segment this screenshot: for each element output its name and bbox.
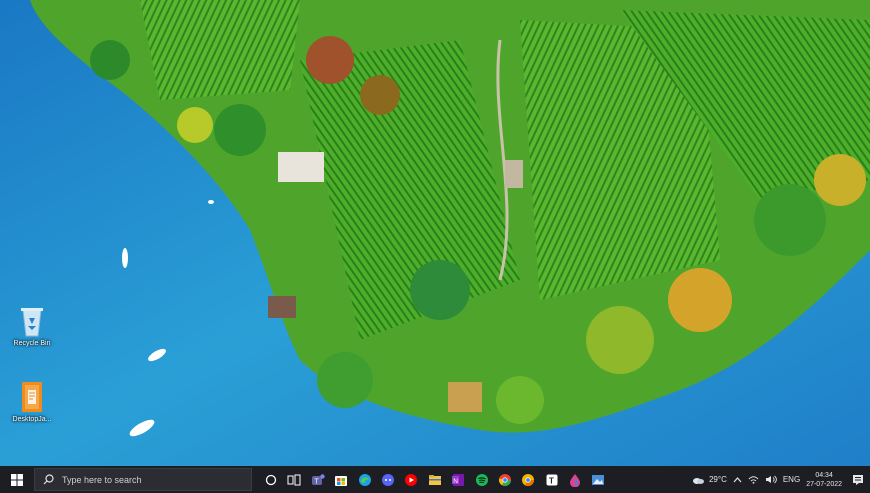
- notification-center-button[interactable]: [852, 474, 864, 486]
- weather-widget[interactable]: 29°C: [691, 475, 727, 485]
- file-explorer-icon: [428, 474, 441, 485]
- taskbar-apps: T N T: [260, 466, 611, 493]
- system-tray: 29°C ENG 04:34 27-07-2022: [691, 466, 870, 493]
- volume-button[interactable]: [765, 475, 777, 484]
- taskbar-app-chrome[interactable]: [494, 466, 516, 493]
- youtube-music-icon: [405, 473, 418, 486]
- language-label: ENG: [782, 475, 801, 484]
- desktop-icon-label: DesktopJa...: [12, 416, 52, 423]
- taskbar-search-box[interactable]: [34, 468, 252, 491]
- spotify-icon: [475, 473, 488, 486]
- taskbar-app-droplet[interactable]: [564, 466, 586, 493]
- taskbar-app-chrome-canary[interactable]: [517, 466, 539, 493]
- taskbar-app-cortana[interactable]: [260, 466, 282, 493]
- taskbar-clock[interactable]: 04:34 27-07-2022: [806, 471, 842, 489]
- taskbar: T N T: [0, 466, 870, 493]
- taskbar-app-teams[interactable]: T: [307, 466, 329, 493]
- search-icon: [43, 474, 54, 485]
- taskbar-app-store[interactable]: [330, 466, 352, 493]
- desktop-wallpaper: [0, 0, 870, 466]
- show-hidden-icons-button[interactable]: [733, 476, 742, 483]
- svg-text:N: N: [453, 477, 458, 484]
- search-input[interactable]: [60, 473, 234, 486]
- windows-start-icon: [11, 473, 23, 486]
- cloud-icon: [692, 477, 704, 484]
- svg-text:T: T: [314, 478, 319, 485]
- desktop: Recycle Bin DesktopJa...: [0, 0, 870, 466]
- taskbar-app-file-explorer[interactable]: [424, 466, 446, 493]
- typora-icon: T: [546, 474, 558, 485]
- taskbar-app-onenote[interactable]: N: [447, 466, 469, 493]
- droplet-app-icon: [570, 473, 581, 487]
- photos-icon: [592, 474, 605, 485]
- chevron-up-icon: [733, 477, 742, 483]
- clock-date: 27-07-2022: [806, 480, 842, 488]
- desktop-icon-label: Recycle Bin: [13, 340, 51, 347]
- speaker-icon: [765, 475, 777, 484]
- desktop-icon-desktopja[interactable]: DesktopJa...: [8, 380, 56, 423]
- onenote-icon: N: [452, 473, 465, 486]
- wifi-icon: [748, 476, 759, 484]
- chrome-canary-icon: [522, 473, 535, 486]
- recycle-bin-icon: [21, 308, 43, 337]
- discord-icon: [381, 473, 394, 486]
- taskbar-app-photos[interactable]: [587, 466, 609, 493]
- start-button[interactable]: [0, 466, 34, 493]
- language-indicator[interactable]: ENG: [783, 475, 800, 484]
- network-button[interactable]: [748, 475, 759, 484]
- cortana-icon: [265, 474, 277, 485]
- weather-temperature: 29°C: [708, 475, 727, 484]
- desktop-icon-recycle-bin[interactable]: Recycle Bin: [8, 304, 56, 347]
- chrome-icon: [498, 473, 511, 486]
- taskbar-app-youtube-music[interactable]: [400, 466, 422, 493]
- notification-icon: [853, 474, 863, 485]
- taskbar-app-spotify[interactable]: [471, 466, 493, 493]
- edge-icon: [358, 473, 371, 486]
- taskbar-app-discord[interactable]: [377, 466, 399, 493]
- teams-icon: T: [311, 473, 325, 485]
- microsoft-store-icon: [335, 475, 348, 486]
- clock-time: 04:34: [815, 471, 833, 479]
- svg-text:T: T: [549, 476, 554, 485]
- taskbar-app-edge[interactable]: [354, 466, 376, 493]
- task-view-icon: [287, 474, 301, 485]
- taskbar-app-typora[interactable]: T: [541, 466, 563, 493]
- folder-document-icon: [22, 382, 42, 412]
- taskbar-app-task-view[interactable]: [283, 466, 305, 493]
